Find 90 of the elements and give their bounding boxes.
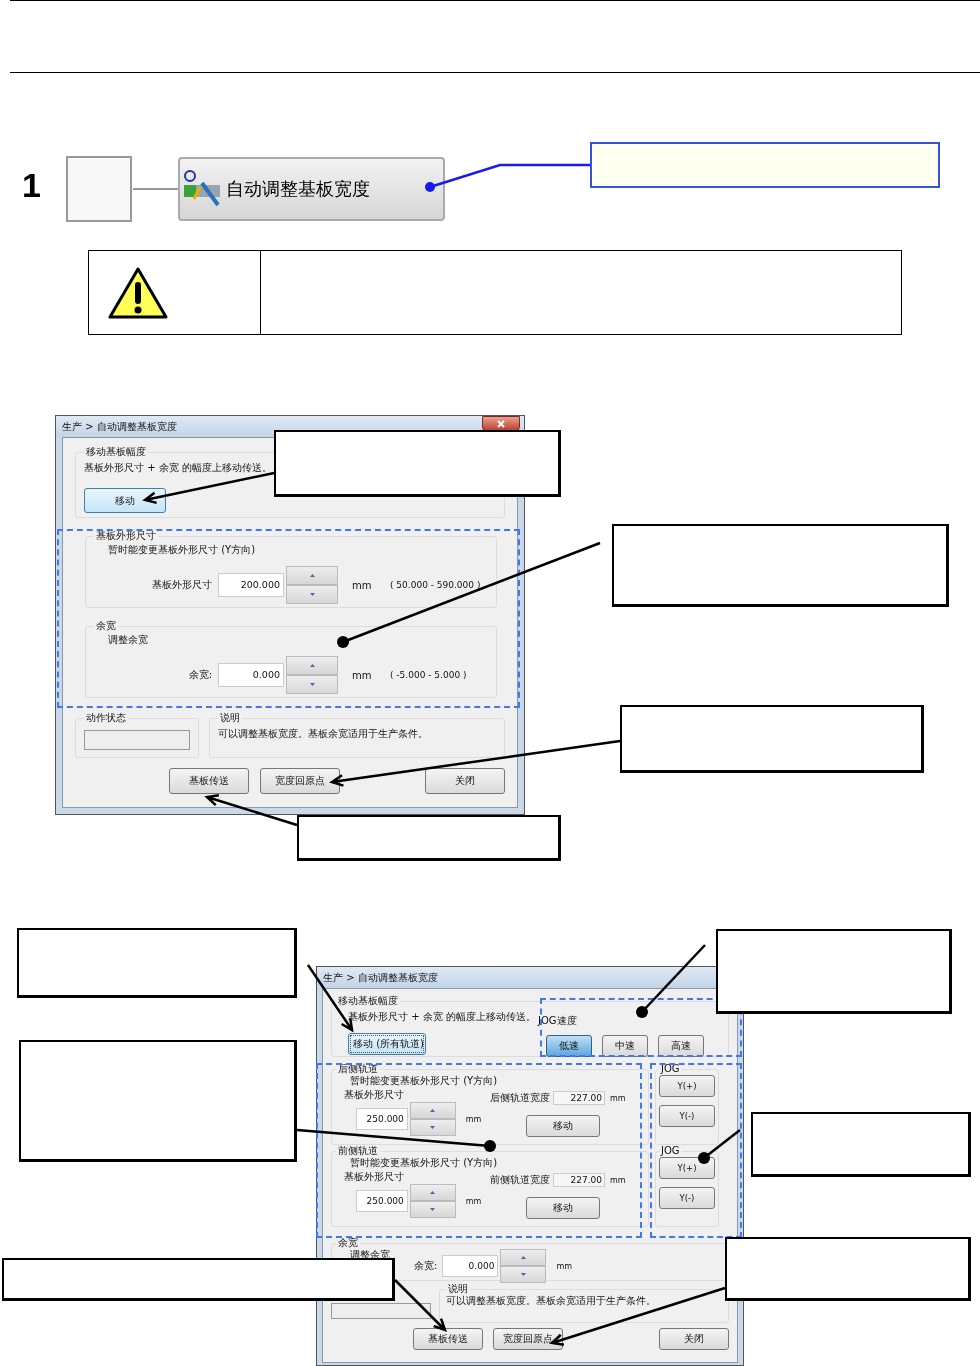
range-label: ( 50.000 - 590.000 ) <box>390 580 481 590</box>
group-title: JOG速度 <box>538 1015 578 1027</box>
unit-label: mm <box>352 579 373 591</box>
description-text: 调整余宽 <box>108 634 149 646</box>
down-arrow-icon <box>430 1126 436 1129</box>
group-title: 余宽 <box>95 620 117 632</box>
window-title: 生产 > 自动调整基板宽度 <box>323 970 438 985</box>
speed-button[interactable]: 低速 <box>546 1035 592 1057</box>
dialog-button[interactable]: 基板传送 <box>413 1328 483 1350</box>
arrow <box>393 1278 448 1333</box>
move-button[interactable]: 移动 <box>84 488 166 513</box>
unit-label: mm <box>352 669 373 681</box>
description-text: 基板外形尺寸 + 余宽 的幅度上移动传送。 <box>84 462 273 474</box>
field-label: 基板外形尺寸 <box>344 1171 405 1183</box>
field-label: 后侧轨道宽度 <box>490 1092 550 1104</box>
dialog-button[interactable]: 基板传送 <box>169 768 249 794</box>
jog-button[interactable]: Y(+) <box>659 1157 715 1179</box>
range-label: ( -5.000 - 5.000 ) <box>390 670 467 680</box>
spin-up-button[interactable] <box>409 1102 456 1119</box>
down-arrow-icon <box>430 1208 436 1211</box>
field-label: 余宽: <box>187 668 213 682</box>
move-button[interactable]: 移动 <box>526 1115 600 1137</box>
group-title: JOG <box>659 1145 681 1157</box>
field-label: 基板外形尺寸 <box>344 1089 405 1101</box>
dialog-button[interactable]: 宽度回原点 <box>493 1328 563 1350</box>
dialog-button[interactable]: 关闭 <box>659 1328 729 1350</box>
up-arrow-icon <box>430 1109 436 1112</box>
speed-button[interactable]: 中速 <box>602 1035 648 1057</box>
field-label: 基板外形尺寸 <box>151 578 213 592</box>
dialog-button[interactable]: 宽度回原点 <box>260 768 340 794</box>
spin-down-button[interactable] <box>409 1119 456 1136</box>
tool-icon <box>182 169 222 209</box>
dialog-button[interactable]: 关闭 <box>425 768 505 794</box>
group-title: 说明 <box>219 712 241 724</box>
jog-button[interactable]: Y(+) <box>659 1075 715 1097</box>
description-text: 暂时能变更基板外形尺寸 (Y方向) <box>350 1157 499 1169</box>
number-field[interactable]: 250.000 <box>356 1108 408 1130</box>
description-text: 基板外形尺寸 + 余宽 的幅度上移动传送。 <box>348 1011 536 1023</box>
number-field[interactable]: 0.000 <box>218 663 284 687</box>
note-text: 可以调整基板宽度。基板余宽适用于生产条件。 <box>446 1295 656 1306</box>
group-title: 前侧轨道 <box>337 1145 379 1157</box>
group-title: 动作状态 <box>85 712 127 724</box>
group-title: 移动基板幅度 <box>85 446 147 458</box>
close-icon <box>497 419 505 428</box>
unit-label: mm <box>465 1114 483 1124</box>
down-arrow-icon <box>309 593 315 596</box>
move-button[interactable]: 移动 <box>526 1197 600 1219</box>
up-arrow-icon <box>520 1256 526 1259</box>
field-label: 余宽: <box>414 1259 439 1273</box>
leader-line <box>698 1129 741 1164</box>
unit-label: mm <box>556 1261 573 1271</box>
menu-button[interactable]: 自动调整基板宽度 <box>178 157 445 221</box>
number-field[interactable]: 0.000 <box>442 1255 499 1277</box>
description-text: 暂时能变更基板外形尺寸 (Y方向) <box>108 544 257 556</box>
group-title: 后侧轨道 <box>337 1063 379 1075</box>
width-field: 227.00 <box>553 1173 605 1187</box>
group-title: JOG <box>659 1063 681 1075</box>
unit-label: mm <box>610 1093 627 1103</box>
width-field: 227.00 <box>553 1091 605 1105</box>
spin-up-button[interactable] <box>286 566 338 585</box>
up-arrow-icon <box>309 574 315 577</box>
group-title: 移动基板幅度 <box>337 995 399 1007</box>
speed-button[interactable]: 高速 <box>658 1035 704 1057</box>
number-field[interactable]: 250.000 <box>356 1190 408 1212</box>
unit-label: mm <box>610 1175 627 1185</box>
spin-down-button[interactable] <box>500 1266 547 1283</box>
group-title: 基板外形尺寸 <box>95 530 157 542</box>
window-title: 生产 > 自动调整基板宽度 <box>62 419 177 434</box>
spin-down-button[interactable] <box>409 1201 456 1218</box>
jog-button[interactable]: Y(-) <box>659 1105 715 1127</box>
spin-down-button[interactable] <box>286 675 338 694</box>
note-text: 可以调整基板宽度。基板余宽适用于生产条件。 <box>218 728 428 739</box>
move-button[interactable]: 移动 (所有轨道) <box>348 1033 426 1055</box>
group-title: 说明 <box>447 1283 469 1295</box>
spin-up-button[interactable] <box>409 1184 456 1201</box>
spin-down-button[interactable] <box>286 585 338 604</box>
spin-up-button[interactable] <box>286 656 338 675</box>
warning-icon <box>107 265 169 320</box>
up-arrow-icon <box>430 1191 436 1194</box>
down-arrow-icon <box>520 1273 526 1276</box>
description-text: 暂时能变更基板外形尺寸 (Y方向) <box>350 1075 499 1087</box>
field-label: 前侧轨道宽度 <box>490 1174 550 1186</box>
up-arrow-icon <box>309 664 315 667</box>
spin-up-button[interactable] <box>500 1249 547 1266</box>
jog-button[interactable]: Y(-) <box>659 1187 715 1209</box>
down-arrow-icon <box>309 683 315 686</box>
number-field[interactable]: 200.000 <box>218 573 284 597</box>
step-number: 1 <box>22 166 41 205</box>
group-title: 余宽 <box>337 1237 359 1249</box>
unit-label: mm <box>465 1196 483 1206</box>
